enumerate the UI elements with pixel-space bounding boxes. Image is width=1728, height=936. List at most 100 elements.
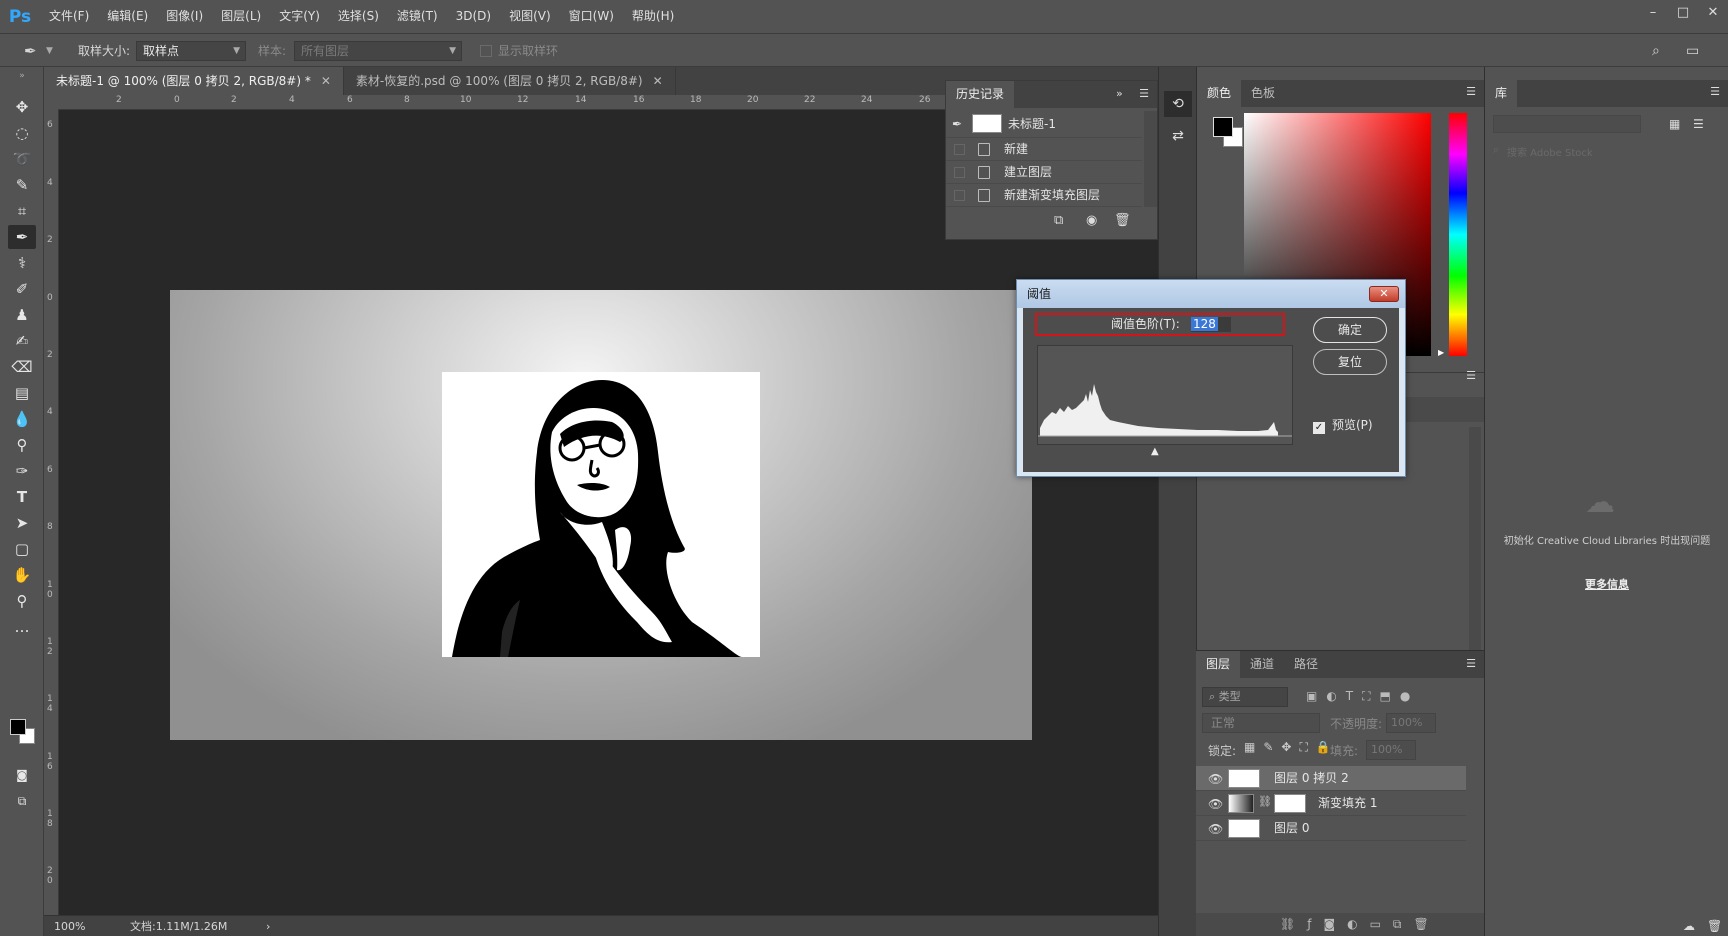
visibility-eye-icon[interactable]: 👁 [1208,772,1223,786]
opacity-input[interactable]: 100% [1386,713,1436,733]
layer-row[interactable]: 👁 图层 0 拷贝 2 [1196,766,1466,791]
fill-input[interactable]: 100% [1366,740,1416,760]
panel-menu-icon[interactable]: ☰ [1139,87,1149,100]
threshold-histogram[interactable] [1037,345,1293,445]
search-icon[interactable]: ⌕ [1652,34,1660,68]
collapse-arrows-icon[interactable]: » [8,71,36,81]
tab-libraries[interactable]: 库 [1485,80,1518,107]
menu-help[interactable]: 帮助(H) [623,0,683,33]
layer-name[interactable]: 渐变填充 1 [1318,791,1377,816]
history-item[interactable]: 新建 [946,138,1142,161]
layer-filter-icons[interactable]: ▣◐T⛶⬒● [1306,689,1419,704]
visibility-eye-icon[interactable]: 👁 [1208,822,1223,836]
camera-icon[interactable]: ◉ [1086,213,1097,228]
menu-file[interactable]: 文件(F) [40,0,98,33]
sample-size-select[interactable]: 取样点 ▼ [136,41,246,61]
layer-name[interactable]: 图层 0 [1274,816,1309,841]
blur-tool-icon[interactable]: 💧 [8,407,36,431]
properties-panel-icon[interactable]: ⇄ [1164,123,1192,149]
adjustments-scrollbar[interactable] [1469,427,1481,687]
type-tool-icon[interactable]: T [8,485,36,509]
reset-button[interactable]: 复位 [1313,349,1387,375]
shape-tool-icon[interactable]: ▢ [8,537,36,561]
workspace-icon[interactable]: ▭ [1686,34,1699,68]
tab-swatches[interactable]: 色板 [1241,80,1285,107]
grid-view-icon[interactable]: ▦ [1669,117,1680,131]
tab-untitled-1[interactable]: 未标题-1 @ 100% (图层 0 拷贝 2, RGB/8#) * ✕ [44,67,344,95]
tab-history[interactable]: 历史记录 [946,81,1015,108]
history-source-checkbox[interactable] [954,144,965,155]
history-item[interactable]: 新建渐变填充图层 [946,184,1142,207]
panel-menu-icon[interactable]: ☰ [1710,85,1720,98]
menu-view[interactable]: 视图(V) [500,0,560,33]
layer-row[interactable]: 👁 图层 0 [1196,816,1466,841]
hue-slider[interactable] [1449,113,1467,356]
tool-preset-caret-icon[interactable]: ▼ [46,34,53,68]
brush-tool-icon[interactable]: ✐ [8,277,36,301]
eyedropper-tool-icon[interactable]: ✒ [8,225,36,249]
close-tab-icon[interactable]: ✕ [321,74,331,88]
color-foreground-swatch[interactable] [1213,117,1233,137]
sample-select[interactable]: 所有图层 ▼ [294,41,462,61]
panel-menu-icon[interactable]: ☰ [1466,657,1476,670]
crop-tool-icon[interactable]: ⌗ [8,199,36,223]
close-window-icon[interactable]: ✕ [1698,0,1728,24]
history-snapshot[interactable]: ✒ 未标题-1 [946,111,1142,138]
tab-material-recovered[interactable]: 素材-恢复的.psd @ 100% (图层 0 拷贝 2, RGB/8#) ✕ [343,67,676,95]
menu-select[interactable]: 选择(S) [329,0,388,33]
threshold-slider-handle[interactable]: ▲ [1151,446,1159,457]
healing-tool-icon[interactable]: ⚕ [8,251,36,275]
marquee-tool-icon[interactable]: ◌ [8,121,36,145]
tab-channels[interactable]: 通道 [1240,651,1284,678]
visibility-eye-icon[interactable]: 👁 [1208,797,1223,811]
preview-checkbox[interactable]: ✓ 预览(P) [1313,416,1373,434]
lock-icons[interactable]: ▦✎✥⛶🔒 [1244,740,1339,755]
hand-tool-icon[interactable]: ✋ [8,563,36,587]
threshold-level-input[interactable]: 128 [1191,317,1231,332]
zoom-level[interactable]: 100% [54,916,85,936]
new-document-from-state-icon[interactable]: ⧉ [1054,213,1063,228]
gradient-tool-icon[interactable]: ▤ [8,381,36,405]
panel-expand-icon[interactable]: » [1116,87,1123,100]
menu-filter[interactable]: 滤镜(T) [388,0,447,33]
screen-mode-icon[interactable]: ⧉ [8,789,36,813]
menu-type[interactable]: 文字(Y) [270,0,329,33]
tab-color[interactable]: 颜色 [1197,80,1242,107]
layer-actions-icons[interactable]: ⛓ƒ◙◐▭⧉🗑 [1280,917,1441,932]
zoom-tool-icon[interactable]: ⚲ [8,589,36,613]
move-tool-icon[interactable]: ✥ [8,95,36,119]
hue-slider-handle[interactable]: ▶ [1438,348,1444,357]
stock-search-input[interactable]: 搜索 Adobe Stock [1507,144,1593,159]
menu-layer[interactable]: 图层(L) [212,0,270,33]
show-ring-checkbox[interactable] [480,45,492,57]
history-source-checkbox[interactable] [954,190,965,201]
eyedropper-icon[interactable]: ✒ [24,34,37,68]
stamp-tool-icon[interactable]: ♟ [8,303,36,327]
list-view-icon[interactable]: ☰ [1693,117,1704,131]
dodge-tool-icon[interactable]: ⚲ [8,433,36,457]
path-select-tool-icon[interactable]: ➤ [8,511,36,535]
minimize-icon[interactable]: – [1638,0,1668,24]
link-icon[interactable]: ⛓ [1258,795,1272,808]
menu-edit[interactable]: 编辑(E) [98,0,157,33]
quick-select-tool-icon[interactable]: ✎ [8,173,36,197]
dialog-titlebar[interactable]: 阈值 ✕ [1017,280,1405,308]
history-source-checkbox[interactable] [954,167,965,178]
panel-menu-icon[interactable]: ☰ [1466,369,1476,382]
trash-icon[interactable]: 🗑 [1114,213,1131,228]
status-arrow-icon[interactable]: › [266,916,270,936]
history-scrollbar[interactable] [1144,111,1157,207]
trash-icon[interactable]: 🗑 [1707,919,1722,933]
foreground-color-swatch[interactable] [10,719,26,735]
close-icon[interactable]: ✕ [1369,286,1399,302]
layer-name[interactable]: 图层 0 拷贝 2 [1274,766,1349,791]
more-tools-icon[interactable]: … [8,615,36,639]
library-select[interactable] [1493,115,1641,133]
blend-mode-select[interactable]: 正常 [1202,713,1320,733]
layer-mask-thumbnail[interactable] [1274,794,1306,813]
panel-menu-icon[interactable]: ☰ [1466,85,1476,98]
layer-row[interactable]: 👁 ⛓ 渐变填充 1 [1196,791,1466,816]
more-info-link[interactable]: 更多信息 [1503,576,1711,592]
menu-image[interactable]: 图像(I) [157,0,212,33]
history-brush-tool-icon[interactable]: ✍ [8,329,36,353]
